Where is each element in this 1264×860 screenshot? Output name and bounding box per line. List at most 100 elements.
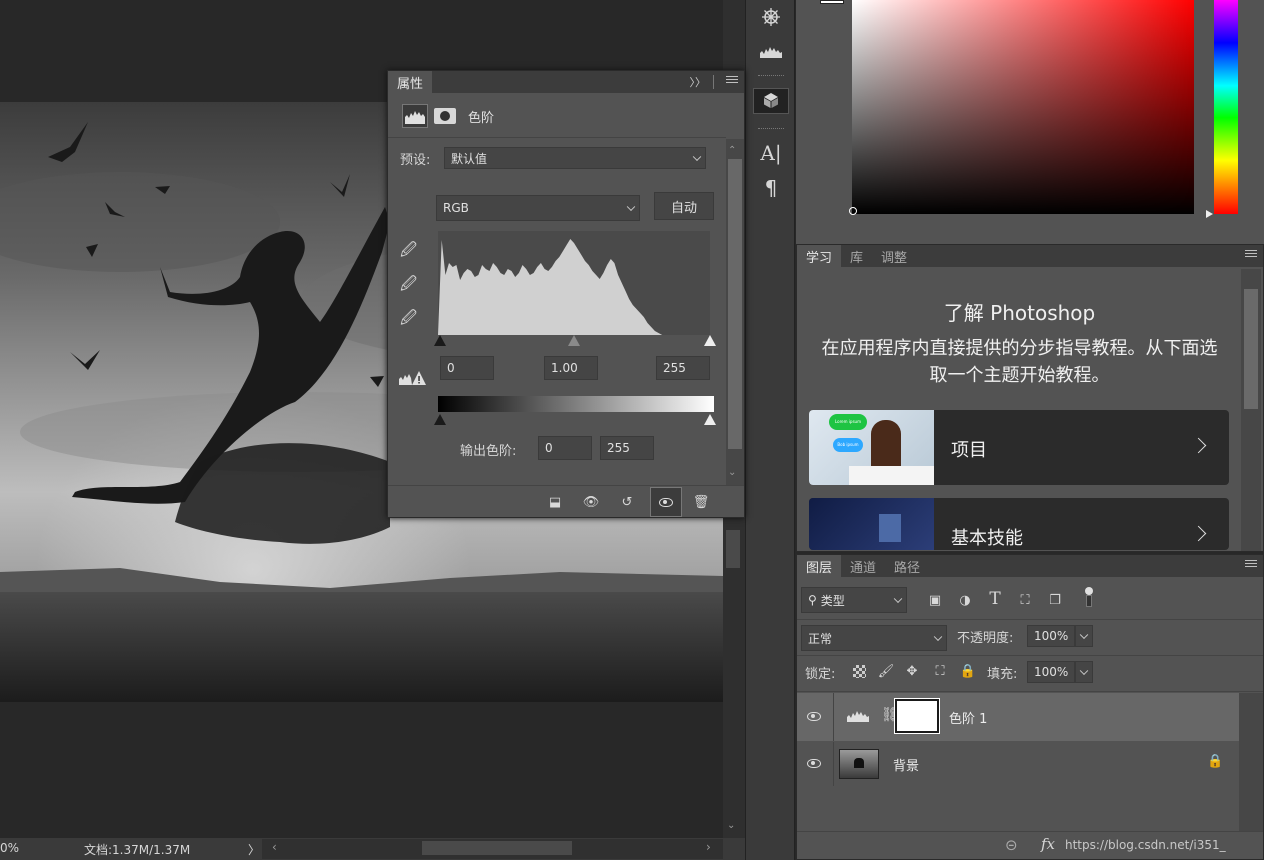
panel-menu-icon[interactable]: [726, 76, 738, 86]
fill-input[interactable]: 100%: [1027, 661, 1075, 683]
lock-all-icon[interactable]: 🔒: [959, 661, 977, 681]
output-white-field[interactable]: 255: [600, 436, 654, 460]
lock-pixels-icon[interactable]: 🖌: [877, 661, 895, 681]
basic-skills-thumbnail: [809, 498, 934, 550]
dock-divider: [758, 75, 784, 77]
channel-select[interactable]: RGB: [436, 195, 640, 221]
canvas-scroll-thumb[interactable]: [726, 530, 740, 568]
white-point-eyedropper-icon[interactable]: 🖉: [400, 307, 417, 334]
tab-channels[interactable]: 通道: [841, 555, 885, 577]
saturation-brightness-field[interactable]: [852, 0, 1194, 214]
link-icon[interactable]: ⛓: [881, 707, 899, 725]
visibility-eye-icon[interactable]: [807, 712, 821, 721]
input-black-slider[interactable]: [434, 335, 446, 346]
scroll-left-icon[interactable]: ‹: [272, 840, 277, 854]
properties-tabbar: 属性 〉〉: [388, 71, 744, 93]
filter-toggle-icon[interactable]: [1085, 587, 1095, 609]
tab-learn[interactable]: 学习: [797, 245, 842, 267]
output-black-field[interactable]: 0: [538, 436, 592, 460]
layer-row[interactable]: ⛓ 色阶 1: [797, 693, 1239, 741]
status-menu-arrow[interactable]: 〉: [248, 841, 260, 858]
scroll-up-icon[interactable]: ⌃: [728, 145, 736, 156]
character-icon[interactable]: A|: [753, 140, 789, 166]
panel-menu-icon[interactable]: [1245, 560, 1257, 570]
input-gamma-slider[interactable]: [568, 335, 580, 346]
output-black-slider[interactable]: [434, 414, 446, 425]
clipping-warning-icon[interactable]: [398, 369, 426, 391]
learn-card-project[interactable]: Lorem ipsum Bob ipsum 项目: [809, 410, 1229, 485]
tab-properties[interactable]: 属性: [388, 71, 433, 93]
delete-icon[interactable]: 🗑: [690, 492, 712, 512]
layer-name[interactable]: 背景: [893, 755, 919, 774]
properties-scrollbar[interactable]: ⌃ ⌄: [726, 139, 744, 485]
color-panel: [796, 0, 1264, 244]
mask-icon[interactable]: [434, 108, 456, 124]
opacity-dropdown[interactable]: [1075, 625, 1093, 647]
lock-position-icon[interactable]: ✥: [903, 661, 921, 681]
input-slider-track[interactable]: [434, 335, 716, 347]
properties-3d-icon[interactable]: [753, 88, 789, 114]
scroll-down-icon[interactable]: ⌄: [728, 467, 736, 478]
black-point-eyedropper-icon[interactable]: 🖉: [400, 239, 417, 266]
tab-adjustments[interactable]: 调整: [872, 245, 916, 267]
horizontal-scroll-thumb[interactable]: [422, 841, 572, 855]
tab-layers[interactable]: 图层: [797, 555, 842, 577]
layer-thumbnail[interactable]: [839, 749, 879, 779]
learn-scroll-thumb[interactable]: [1244, 289, 1258, 409]
filter-smart-object-icon[interactable]: ❐: [1045, 591, 1065, 609]
tab-libraries[interactable]: 库: [841, 245, 872, 267]
filter-shape-icon[interactable]: ⛶: [1015, 591, 1035, 609]
panel-menu-icon[interactable]: [1245, 250, 1257, 260]
filter-adjustment-icon[interactable]: ◑: [955, 591, 975, 609]
fx-icon[interactable]: fx: [1041, 835, 1055, 853]
output-white-slider[interactable]: [704, 414, 716, 425]
layer-row[interactable]: 背景 🔒: [797, 742, 1239, 786]
view-previous-state-icon[interactable]: 👁: [580, 492, 602, 512]
filter-pixel-icon[interactable]: ▣: [925, 591, 945, 609]
histogram-icon[interactable]: [753, 38, 789, 64]
output-gradient-bar: [438, 396, 714, 412]
fill-label: 填充:: [987, 667, 1018, 682]
scroll-right-icon[interactable]: ›: [706, 840, 711, 854]
hue-slider-handle[interactable]: [1206, 210, 1213, 218]
visibility-eye-icon[interactable]: [807, 759, 821, 768]
foreground-swatch[interactable]: [820, 0, 844, 4]
reset-icon[interactable]: ↺: [616, 492, 638, 512]
input-white-field[interactable]: 255: [656, 356, 710, 380]
document-size: 文档:1.37M/1.37M: [84, 843, 191, 857]
link-layers-icon[interactable]: ⊝: [1005, 836, 1018, 854]
learn-panel: 学习 库 调整 了解 Photoshop 在应用程序内直接提供的分步指导教程。从…: [796, 244, 1264, 552]
divider: [797, 691, 1263, 692]
scroll-down-icon[interactable]: ⌄: [727, 820, 739, 831]
auto-button[interactable]: 自动: [654, 192, 714, 220]
learn-card-basic-skills[interactable]: 基本技能: [809, 498, 1229, 550]
layers-scrollbar[interactable]: [1239, 693, 1263, 831]
preset-select[interactable]: 默认值: [444, 147, 706, 169]
filter-type-icon[interactable]: T: [985, 589, 1005, 609]
input-white-slider[interactable]: [704, 335, 716, 346]
collapse-icon[interactable]: 〉〉: [690, 74, 707, 90]
blend-mode-select[interactable]: 正常: [801, 625, 947, 651]
levels-adjustment-icon[interactable]: [402, 104, 428, 128]
properties-scroll-thumb[interactable]: [728, 159, 742, 449]
lock-artboard-icon[interactable]: ⛶: [931, 661, 949, 681]
fill-dropdown[interactable]: [1075, 661, 1093, 683]
lock-transparent-icon[interactable]: [853, 665, 866, 678]
learn-scrollbar[interactable]: [1241, 269, 1261, 551]
input-gamma-field[interactable]: 1.00: [544, 356, 598, 380]
input-black-field[interactable]: 0: [440, 356, 494, 380]
tab-paths[interactable]: 路径: [885, 555, 929, 577]
layer-filter-select[interactable]: ⚲ 类型: [801, 587, 907, 613]
navigator-icon[interactable]: [753, 4, 789, 30]
opacity-input[interactable]: 100%: [1027, 625, 1075, 647]
paragraph-icon[interactable]: ¶: [753, 175, 789, 201]
hue-slider[interactable]: [1214, 0, 1238, 214]
layer-mask-thumbnail[interactable]: [894, 698, 940, 734]
layer-name[interactable]: 色阶 1: [949, 708, 987, 727]
clip-to-layer-icon[interactable]: ⬓: [544, 492, 566, 512]
doorway-shape: [879, 514, 901, 542]
color-picker-cursor[interactable]: [849, 207, 857, 215]
gray-point-eyedropper-icon[interactable]: 🖉: [400, 273, 417, 300]
toggle-visibility-icon[interactable]: [650, 487, 682, 517]
zoom-level[interactable]: 0%: [0, 841, 19, 855]
